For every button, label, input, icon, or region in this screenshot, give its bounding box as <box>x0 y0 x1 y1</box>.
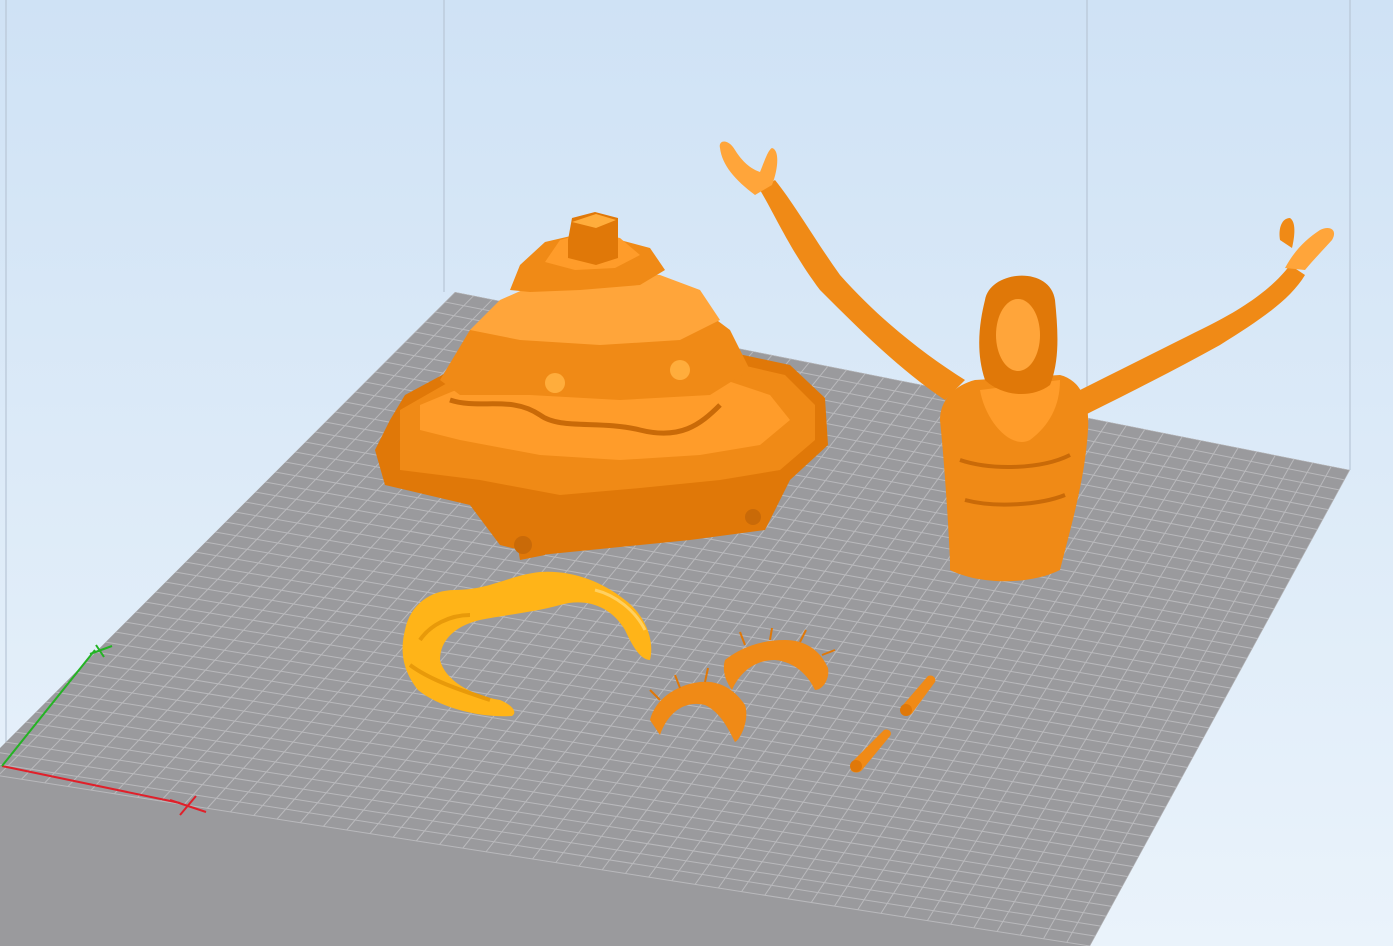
viewport-canvas[interactable] <box>0 0 1393 946</box>
3d-viewport[interactable] <box>0 0 1393 946</box>
